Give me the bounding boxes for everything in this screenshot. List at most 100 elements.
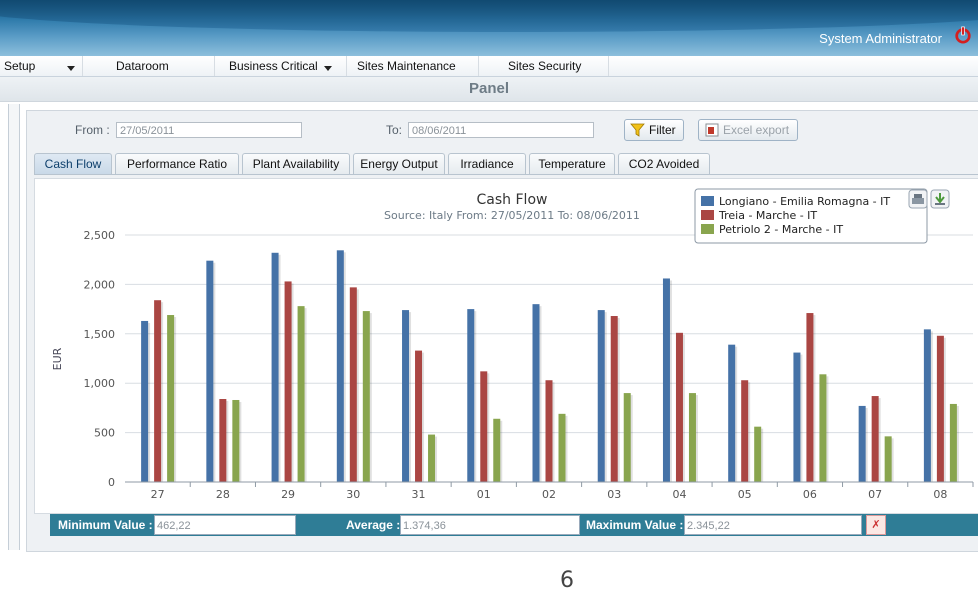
legend-swatch xyxy=(701,224,714,234)
x-tick-label: 28 xyxy=(216,488,230,501)
power-icon[interactable] xyxy=(954,26,972,44)
filter-button[interactable]: Filter xyxy=(624,119,684,141)
bar[interactable] xyxy=(284,281,292,482)
from-label: From : xyxy=(75,123,110,137)
bar[interactable] xyxy=(545,380,553,482)
tab-cash-flow[interactable]: Cash Flow xyxy=(34,153,112,174)
bar[interactable] xyxy=(167,315,175,482)
to-date-input[interactable]: 08/06/2011 xyxy=(408,122,594,138)
x-tick-label: 06 xyxy=(803,488,817,501)
main-menu: Setup Dataroom Business Critical Sites M… xyxy=(0,56,978,77)
bar[interactable] xyxy=(884,436,892,482)
bar[interactable] xyxy=(532,304,540,482)
chart-subtitle: Source: Italy From: 27/05/2011 To: 08/06… xyxy=(384,209,640,222)
bar[interactable] xyxy=(623,393,631,482)
menu-dataroom[interactable]: Dataroom xyxy=(116,59,169,73)
y-tick-label: 2,000 xyxy=(84,278,116,291)
download-chart-button[interactable] xyxy=(930,189,950,209)
chevron-down-icon xyxy=(67,66,76,71)
bar[interactable] xyxy=(402,310,410,482)
average-label: Average : xyxy=(346,518,401,532)
bar[interactable] xyxy=(493,418,501,482)
chart-axes: 0 500 1,000 1,500 2,000 2,500 27 28 29 30 31 01 02 03… xyxy=(84,229,974,501)
x-tick-label: 08 xyxy=(933,488,947,501)
bar[interactable] xyxy=(858,405,866,482)
tab-irradiance[interactable]: Irradiance xyxy=(448,153,526,174)
bar[interactable] xyxy=(597,310,605,482)
bar[interactable] xyxy=(949,403,957,482)
chart-bars xyxy=(141,250,959,482)
chart-title: Cash Flow xyxy=(477,192,548,208)
excel-icon xyxy=(705,123,719,137)
x-tick-label: 04 xyxy=(672,488,686,501)
bar[interactable] xyxy=(428,434,436,482)
max-value-label: Maximum Value : xyxy=(586,518,684,532)
min-value-label: Minimum Value : xyxy=(58,518,153,532)
bar[interactable] xyxy=(206,260,214,482)
bar[interactable] xyxy=(754,426,762,482)
bar[interactable] xyxy=(728,344,736,482)
legend-item[interactable]: Treia - Marche - IT xyxy=(718,209,817,222)
tab-co2-avoided[interactable]: CO2 Avoided xyxy=(618,153,710,174)
from-date-input[interactable]: 27/05/2011 xyxy=(116,122,302,138)
tab-energy-output[interactable]: Energy Output xyxy=(353,153,445,174)
user-name: System Administrator xyxy=(819,31,942,46)
cash-flow-chart: 0 500 1,000 1,500 2,000 2,500 27 28 29 30 31 01 02 03… xyxy=(51,188,974,501)
bar[interactable] xyxy=(793,352,801,482)
bar[interactable] xyxy=(871,396,879,482)
x-tick-label: 03 xyxy=(607,488,621,501)
bar[interactable] xyxy=(741,380,749,482)
bar[interactable] xyxy=(610,316,618,482)
clear-stats-button[interactable]: ✗ xyxy=(866,515,886,535)
bar[interactable] xyxy=(415,350,423,482)
excel-export-button[interactable]: Excel export xyxy=(698,119,798,141)
funnel-icon xyxy=(630,123,645,137)
bar[interactable] xyxy=(336,250,344,482)
panel-title: Panel xyxy=(468,80,510,97)
bar[interactable] xyxy=(362,311,370,482)
bar[interactable] xyxy=(923,329,931,482)
menu-divider xyxy=(478,56,479,76)
page-number: 6 xyxy=(560,568,574,593)
menu-divider xyxy=(608,56,609,76)
menu-sites-maintenance[interactable]: Sites Maintenance xyxy=(357,59,456,73)
tab-plant-availability[interactable]: Plant Availability xyxy=(242,153,350,174)
bar[interactable] xyxy=(219,399,227,482)
panel-header: Panel xyxy=(0,77,978,102)
y-tick-label: 1,500 xyxy=(84,328,116,341)
bar[interactable] xyxy=(297,306,305,482)
printer-icon xyxy=(914,194,922,198)
bar[interactable] xyxy=(819,374,827,482)
menu-divider xyxy=(214,56,215,76)
menu-business-critical[interactable]: Business Critical xyxy=(229,59,332,73)
bar[interactable] xyxy=(558,413,566,482)
legend-item[interactable]: Longiano - Emilia Romagna - IT xyxy=(719,195,890,208)
bar[interactable] xyxy=(480,371,488,482)
tab-temperature[interactable]: Temperature xyxy=(529,153,615,174)
header-decoration xyxy=(0,0,978,32)
menu-sites-security[interactable]: Sites Security xyxy=(508,59,581,73)
legend-item[interactable]: Petriolo 2 - Marche - IT xyxy=(719,223,843,236)
bar[interactable] xyxy=(936,335,944,482)
bar[interactable] xyxy=(662,278,670,482)
bar[interactable] xyxy=(467,309,475,482)
menu-business-critical-label: Business Critical xyxy=(229,59,318,73)
bar[interactable] xyxy=(806,313,814,482)
y-tick-label: 2,500 xyxy=(84,229,116,242)
bar[interactable] xyxy=(232,399,240,482)
bar[interactable] xyxy=(349,287,357,482)
filter-bar: From : 27/05/2011 To: 08/06/2011 Filter … xyxy=(26,116,978,144)
bar[interactable] xyxy=(675,332,683,482)
bar[interactable] xyxy=(688,393,696,482)
bar[interactable] xyxy=(154,300,162,482)
legend-swatch xyxy=(701,196,714,206)
bar[interactable] xyxy=(271,252,279,482)
stats-bar: Minimum Value : 462,22 Average : 1.374,3… xyxy=(50,514,978,536)
chart-legend: Longiano - Emilia Romagna - ITTreia - Ma… xyxy=(694,188,928,244)
legend-swatch xyxy=(701,210,714,220)
menu-setup[interactable]: Setup xyxy=(4,59,76,73)
bar[interactable] xyxy=(141,320,149,482)
print-chart-button[interactable] xyxy=(908,189,928,209)
left-splitter[interactable] xyxy=(8,104,20,550)
tab-performance-ratio[interactable]: Performance Ratio xyxy=(115,153,239,174)
